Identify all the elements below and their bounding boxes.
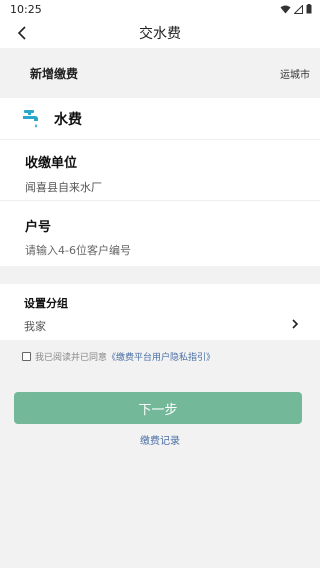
unit-value[interactable]: 闻喜县自来水厂 <box>25 179 102 195</box>
section-title: 新增缴费 <box>30 66 79 81</box>
city-selector[interactable]: 运城市 <box>280 66 310 81</box>
back-button[interactable] <box>12 23 32 43</box>
next-step-button[interactable]: 下一步 <box>14 392 302 424</box>
chevron-right-icon[interactable] <box>288 317 302 331</box>
status-time: 10:25 <box>10 2 42 16</box>
battery-icon <box>306 4 312 14</box>
bill-type-label: 水费 <box>54 111 82 128</box>
nav-bar: 交水费 <box>0 18 320 48</box>
bill-type-row: 水费 <box>0 98 320 140</box>
agreement-text: 我已阅读并已同意 <box>35 353 108 363</box>
section-gap <box>0 266 320 284</box>
privacy-policy-link[interactable]: 《缴费平台用户隐私指引》 <box>107 350 215 363</box>
status-bar: 10:25 <box>0 0 320 18</box>
agreement-checkbox[interactable] <box>22 352 31 361</box>
group-card[interactable]: 设置分组 我家 <box>0 284 320 340</box>
bill-info-card: 水费 收缴单位 闻喜县自来水厂 户号 请输入4-6位客户编号 <box>0 98 320 266</box>
group-label: 设置分组 <box>24 297 68 310</box>
group-value[interactable]: 我家 <box>24 318 46 334</box>
account-input[interactable]: 请输入4-6位客户编号 <box>25 242 131 258</box>
wifi-icon <box>280 5 291 13</box>
status-icons <box>280 4 312 14</box>
divider <box>0 200 320 201</box>
unit-label: 收缴单位 <box>25 156 78 171</box>
payment-records-link[interactable]: 缴费记录 <box>0 432 320 447</box>
signal-icon <box>294 4 303 14</box>
account-label: 户号 <box>25 220 52 235</box>
sub-header: 新增缴费 运城市 <box>0 48 320 98</box>
back-arrow-icon <box>17 26 26 40</box>
page-title: 交水费 <box>139 26 181 42</box>
water-tap-icon <box>23 109 38 127</box>
agreement-row: 我已阅读并已同意 《缴费平台用户隐私指引》 <box>22 350 215 363</box>
